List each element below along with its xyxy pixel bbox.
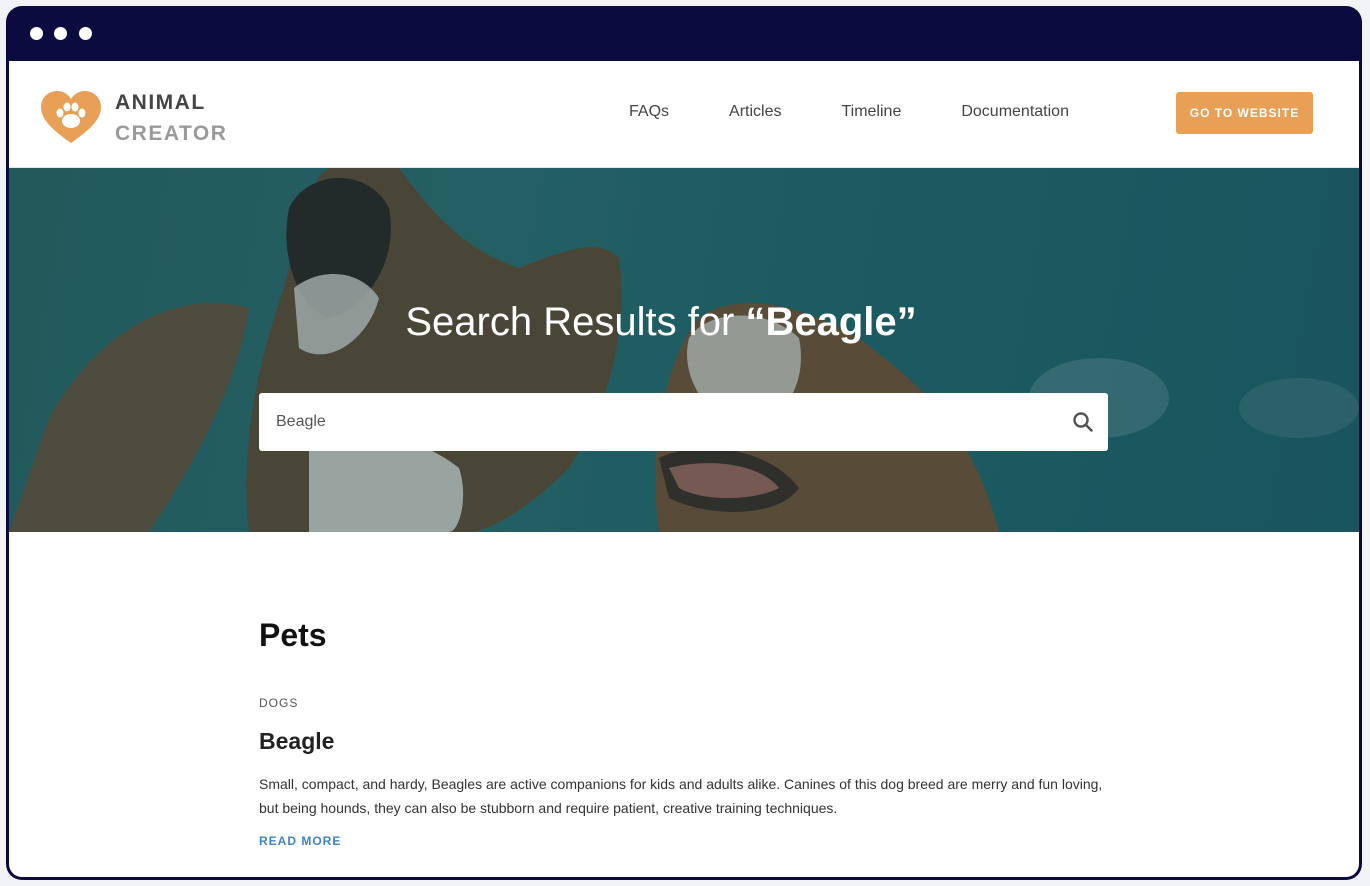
heart-paw-icon — [41, 91, 101, 143]
title-prefix: Search Results for — [405, 300, 746, 344]
site-header: ANIMAL CREATOR FAQs Articles Timeline Do… — [9, 61, 1359, 168]
page-viewport: ANIMAL CREATOR FAQs Articles Timeline Do… — [9, 61, 1359, 877]
result-excerpt: Small, compact, and hardy, Beagles are a… — [259, 776, 1103, 816]
window-control-dot[interactable] — [79, 27, 92, 40]
nav-link-timeline[interactable]: Timeline — [841, 103, 901, 121]
section-title: Pets — [259, 617, 327, 653]
nav-link-faqs[interactable]: FAQs — [629, 103, 669, 121]
search-results: Pets DOGS Beagle Small, compact, and har… — [259, 532, 1119, 850]
search-icon[interactable] — [1072, 411, 1094, 433]
nav-link-documentation[interactable]: Documentation — [961, 103, 1069, 121]
window-control-dot[interactable] — [54, 27, 67, 40]
logo-line-animal: ANIMAL — [115, 91, 206, 114]
result-title[interactable]: Beagle — [259, 728, 1119, 755]
hero-dogs-image — [9, 168, 1359, 532]
go-to-website-button[interactable]: GO TO WEBSITE — [1176, 92, 1313, 134]
window-titlebar — [6, 6, 1362, 61]
window-control-dot[interactable] — [30, 27, 43, 40]
logo-line-creator: CREATOR — [115, 122, 228, 145]
site-logo[interactable]: ANIMAL CREATOR — [41, 87, 227, 149]
read-more-link[interactable]: READ MORE — [259, 834, 341, 848]
page-title: Search Results for “Beagle” — [9, 300, 1313, 345]
browser-window: ANIMAL CREATOR FAQs Articles Timeline Do… — [6, 6, 1362, 880]
nav-link-articles[interactable]: Articles — [729, 103, 781, 121]
search-input[interactable] — [259, 393, 1039, 451]
search-box — [259, 393, 1108, 451]
main-nav: FAQs Articles Timeline Documentation — [629, 103, 1129, 121]
title-query: “Beagle” — [745, 300, 917, 344]
result-item: DOGS Beagle Small, compact, and hardy, B… — [259, 696, 1119, 850]
result-category: DOGS — [259, 696, 299, 710]
logo-text: ANIMAL CREATOR — [115, 87, 227, 149]
hero-banner: Search Results for “Beagle” — [9, 168, 1359, 532]
